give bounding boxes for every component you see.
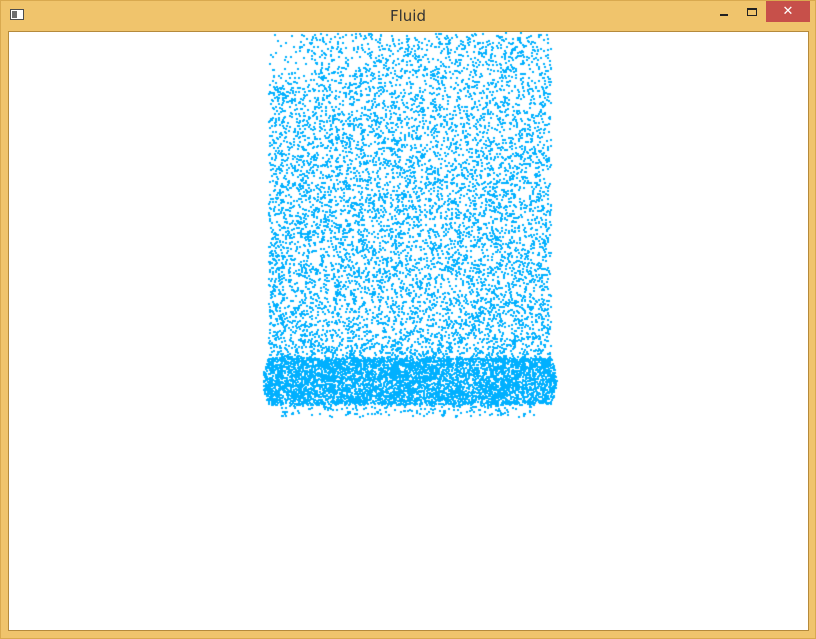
maximize-button[interactable] xyxy=(739,1,765,22)
close-icon: ✕ xyxy=(782,4,794,19)
minimize-button[interactable] xyxy=(711,1,737,22)
fluid-particles xyxy=(9,32,808,630)
simulation-view xyxy=(8,31,809,631)
maximize-icon xyxy=(747,7,757,16)
app-window: Fluid ✕ xyxy=(0,0,816,639)
close-button[interactable]: ✕ xyxy=(766,1,810,22)
window-title: Fluid xyxy=(390,7,426,25)
title-bar[interactable]: Fluid ✕ xyxy=(1,1,815,31)
minimize-icon xyxy=(720,13,728,16)
